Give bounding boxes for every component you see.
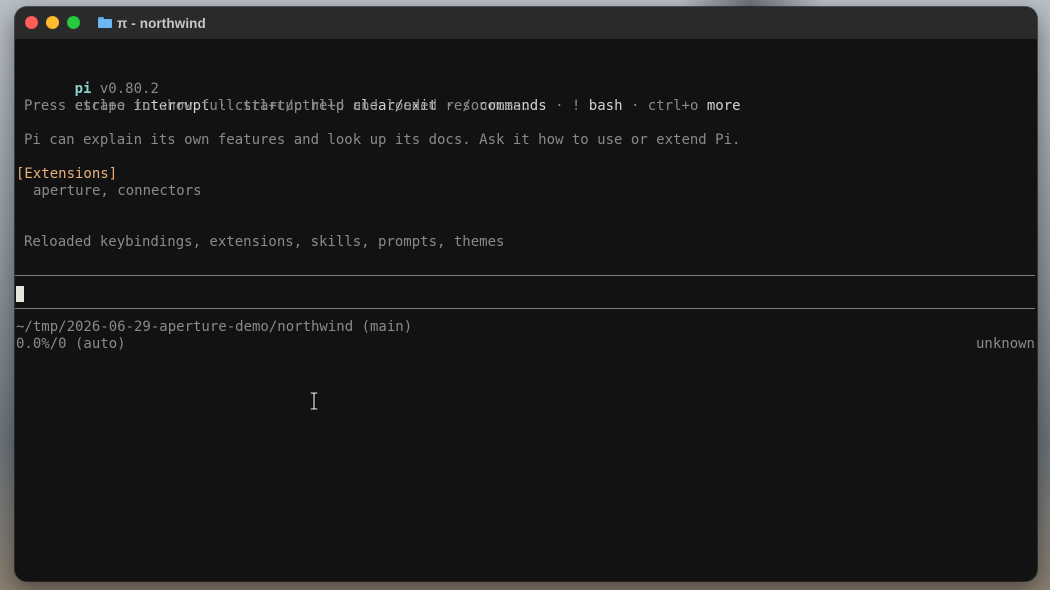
extensions-list: aperture, connectors [33,183,202,199]
window-title: π - northwind [117,15,206,31]
action-bash: bash [588,98,623,114]
key-bang: · ! [546,98,589,114]
status-usage: 0.0%/0 (auto) [16,336,126,352]
zoom-button[interactable] [67,16,80,29]
keybinding-line: escape interrupt · ctrl+c/ctrl+d clear/e… [24,81,741,114]
reload-message: Reloaded keybindings, extensions, skills… [24,234,505,250]
terminal-window: π - northwind pi v0.80.2 escape interrup… [15,7,1037,581]
title-bar[interactable]: π - northwind [15,7,1037,40]
folder-icon [98,17,112,28]
status-model: unknown [975,336,1035,352]
window-title-group: π - northwind [98,7,206,39]
startup-hint: Press ctrl+o to show full startup help a… [24,98,530,114]
key-ctrl-o: · ctrl+o [622,98,707,114]
version-line: pi v0.80.2 [24,64,159,97]
minimize-button[interactable] [46,16,59,29]
text-cursor[interactable] [16,286,24,302]
extensions-header: [Extensions] [16,166,118,182]
close-button[interactable] [25,16,38,29]
docs-hint: Pi can explain its own features and look… [24,132,741,148]
action-more: more [706,98,741,114]
terminal-output[interactable]: pi v0.80.2 escape interrupt · ctrl+c/ctr… [15,39,1037,581]
input-top-rule [15,275,1035,276]
input-bottom-rule [15,308,1035,309]
status-path: ~/tmp/2026-06-29-aperture-demo/northwind… [16,319,413,335]
ibeam-cursor-icon [309,392,319,410]
